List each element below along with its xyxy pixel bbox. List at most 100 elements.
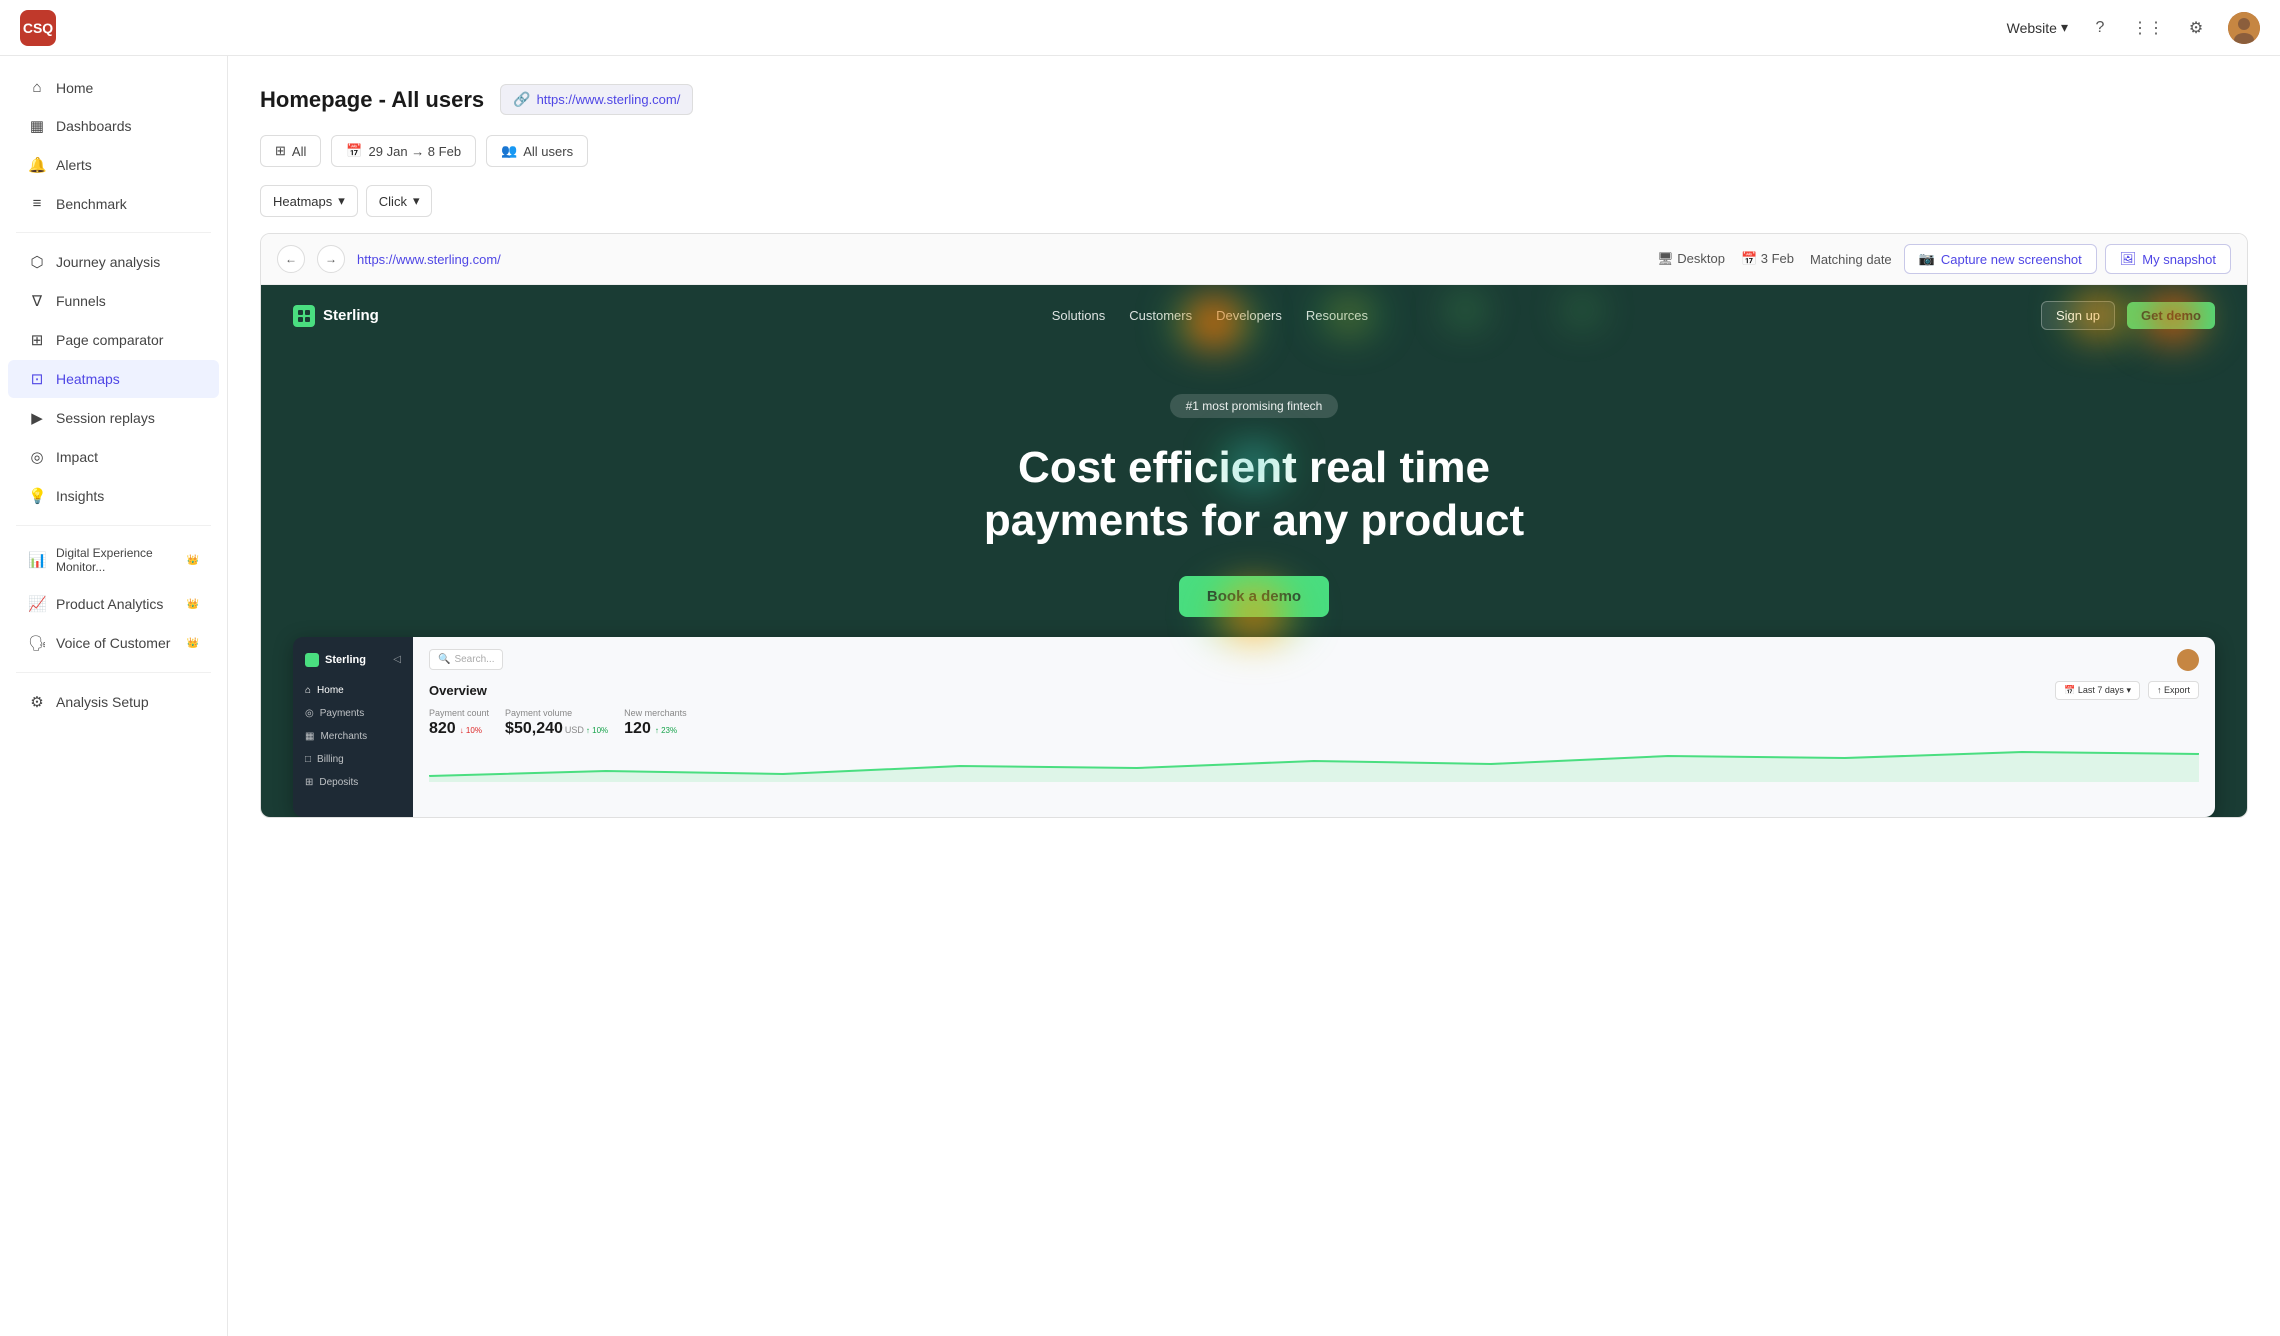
filters-row: ⊞ All 📅 29 Jan → 8 Feb 👥 All users <box>260 135 2248 167</box>
sidebar-item-digital-experience[interactable]: 📊 Digital Experience Monitor... 👑 <box>8 536 219 584</box>
sterling-headline: Cost efficient real time payments for an… <box>293 442 2215 548</box>
comparator-icon: ⊞ <box>28 331 46 349</box>
sidebar-item-dashboards[interactable]: ▦ Dashboards <box>8 107 219 145</box>
heatmap-toolbar: Heatmaps ▾ Click ▾ <box>260 185 2248 217</box>
chevron-down-icon: ▾ <box>2061 19 2068 36</box>
mini-avatar <box>2177 649 2199 671</box>
apps-grid-icon[interactable]: ⋮⋮ <box>2132 12 2164 44</box>
sterling-nav-buttons: Sign up Get demo <box>2041 301 2215 330</box>
page-title: Homepage - All users <box>260 87 484 113</box>
mini-home-icon: ⌂ <box>305 685 311 696</box>
crown-icon-pa: 👑 <box>187 599 199 610</box>
mini-sidebar: Sterling ◁ ⌂ Home ◎ Payments <box>293 637 413 817</box>
mini-billing-icon: □ <box>305 754 311 765</box>
heatmap-viewer: ← → https://www.sterling.com/ 🖥 Desktop … <box>260 233 2248 818</box>
heatmaps-icon: ⊡ <box>28 370 46 388</box>
mini-menu-merchants[interactable]: ▦ Merchants <box>293 725 413 748</box>
sterling-badge: #1 most promising fintech <box>1170 394 1339 418</box>
avatar[interactable] <box>2228 12 2260 44</box>
mini-dashboard: Sterling ◁ ⌂ Home ◎ Payments <box>293 637 2215 817</box>
sterling-nav-links: Solutions Customers Developers Resources <box>1052 308 1368 323</box>
session-icon: ▶ <box>28 409 46 427</box>
signup-button[interactable]: Sign up <box>2041 301 2115 330</box>
matching-date: Matching date <box>1810 252 1892 267</box>
sidebar-item-benchmark[interactable]: ≡ Benchmark <box>8 185 219 222</box>
back-button[interactable]: ← <box>277 245 305 273</box>
topnav-left: CSQ <box>20 10 56 46</box>
sidebar-item-funnels[interactable]: ∇ Funnels <box>8 282 219 320</box>
link-icon: 🔗 <box>513 91 530 108</box>
sidebar-item-voice-of-customer[interactable]: 🗣 Voice of Customer 👑 <box>8 624 219 662</box>
digital-exp-icon: 📊 <box>28 551 46 569</box>
sterling-logo-svg <box>297 309 311 323</box>
sidebar-item-alerts[interactable]: 🔔 Alerts <box>8 146 219 184</box>
forward-button[interactable]: → <box>317 245 345 273</box>
mini-export-button[interactable]: ↑ Export <box>2148 681 2199 699</box>
sterling-hero: #1 most promising fintech Cost efficient… <box>261 346 2247 637</box>
mini-stat-new-merchants: New merchants 120 ↑ 23% <box>624 708 687 738</box>
camera-icon: 📷 <box>1919 251 1935 267</box>
crown-icon-dem: 👑 <box>187 555 199 566</box>
nav-link-developers[interactable]: Developers <box>1216 308 1282 323</box>
settings-icon[interactable]: ⚙ <box>2180 12 2212 44</box>
sidebar-item-analysis-setup[interactable]: ⚙ Analysis Setup <box>8 683 219 721</box>
nav-link-resources[interactable]: Resources <box>1306 308 1368 323</box>
book-demo-button[interactable]: Book a demo <box>1179 576 1329 617</box>
crown-icon-voc: 👑 <box>187 638 199 649</box>
users-filter[interactable]: 👥 All users <box>486 135 588 167</box>
mini-deposits-icon: ⊞ <box>305 777 313 788</box>
url-badge[interactable]: 🔗 https://www.sterling.com/ <box>500 84 693 115</box>
setup-icon: ⚙ <box>28 693 46 711</box>
calendar-icon: 📅 <box>346 143 362 159</box>
nav-link-solutions[interactable]: Solutions <box>1052 308 1105 323</box>
topnav-right: Website ▾ ? ⋮⋮ ⚙ <box>2007 12 2260 44</box>
product-analytics-icon: 📈 <box>28 595 46 613</box>
viewer-toolbar: ← → https://www.sterling.com/ 🖥 Desktop … <box>261 234 2247 285</box>
my-snapshot-button[interactable]: 🖼 My snapshot <box>2105 244 2231 274</box>
click-type-dropdown[interactable]: Click ▾ <box>366 185 433 217</box>
calendar-small-icon: 📅 <box>1741 251 1757 266</box>
mini-menu-billing[interactable]: □ Billing <box>293 748 413 771</box>
sidebar-item-heatmaps[interactable]: ⊡ Heatmaps <box>8 360 219 398</box>
mini-menu-payments[interactable]: ◎ Payments <box>293 702 413 725</box>
help-icon[interactable]: ? <box>2084 12 2116 44</box>
sidebar-divider-2 <box>16 525 211 526</box>
capture-screenshot-button[interactable]: 📷 Capture new screenshot <box>1904 244 2097 274</box>
mini-logo-mark <box>305 653 319 667</box>
mini-stat-payment-volume: Payment volume $50,240 USD ↑ 10% <box>505 708 608 738</box>
date-range-filter[interactable]: 📅 29 Jan → 8 Feb <box>331 135 476 167</box>
nav-link-customers[interactable]: Customers <box>1129 308 1192 323</box>
mini-menu-deposits[interactable]: ⊞ Deposits <box>293 771 413 794</box>
getdemo-button[interactable]: Get demo <box>2127 302 2215 329</box>
dashboards-icon: ▦ <box>28 117 46 135</box>
sidebar-item-session-replays[interactable]: ▶ Session replays <box>8 399 219 437</box>
mini-collapse-icon: ◁ <box>393 654 401 665</box>
main-layout: ⌂ Home ▦ Dashboards 🔔 Alerts ≡ Benchmark… <box>0 56 2280 1336</box>
sidebar-item-page-comparator[interactable]: ⊞ Page comparator <box>8 321 219 359</box>
top-navigation: CSQ Website ▾ ? ⋮⋮ ⚙ <box>0 0 2280 56</box>
main-content: Homepage - All users 🔗 https://www.sterl… <box>228 56 2280 1336</box>
all-filter[interactable]: ⊞ All <box>260 135 321 167</box>
heatmap-type-dropdown[interactable]: Heatmaps ▾ <box>260 185 358 217</box>
snapshot-icon: 🖼 <box>2120 251 2137 267</box>
sidebar: ⌂ Home ▦ Dashboards 🔔 Alerts ≡ Benchmark… <box>0 56 228 1336</box>
mini-menu-home[interactable]: ⌂ Home <box>293 679 413 702</box>
mini-content-panel: 🔍 Search... Overview 📅 Last 7 days ▾ <box>413 637 2215 817</box>
workspace-selector[interactable]: Website ▾ <box>2007 19 2068 36</box>
mini-search-icon: 🔍 <box>438 654 450 665</box>
sidebar-divider-1 <box>16 232 211 233</box>
page-header: Homepage - All users 🔗 https://www.sterl… <box>260 84 2248 115</box>
mini-search-input[interactable]: 🔍 Search... <box>429 649 503 670</box>
viewer-url[interactable]: https://www.sterling.com/ <box>357 252 1645 267</box>
sidebar-item-product-analytics[interactable]: 📈 Product Analytics 👑 <box>8 585 219 623</box>
viewer-actions: 📷 Capture new screenshot 🖼 My snapshot <box>1904 244 2231 274</box>
sidebar-item-home[interactable]: ⌂ Home <box>8 69 219 106</box>
device-type: 🖥 Desktop <box>1657 251 1725 267</box>
impact-icon: ◎ <box>28 448 46 466</box>
sidebar-item-insights[interactable]: 💡 Insights <box>8 477 219 515</box>
sidebar-item-impact[interactable]: ◎ Impact <box>8 438 219 476</box>
insights-icon: 💡 <box>28 487 46 505</box>
sidebar-item-journey-analysis[interactable]: ⬡ Journey analysis <box>8 243 219 281</box>
mini-stat-payment-count: Payment count 820 ↓ 10% <box>429 708 489 738</box>
mini-time-filter[interactable]: 📅 Last 7 days ▾ <box>2055 681 2140 700</box>
